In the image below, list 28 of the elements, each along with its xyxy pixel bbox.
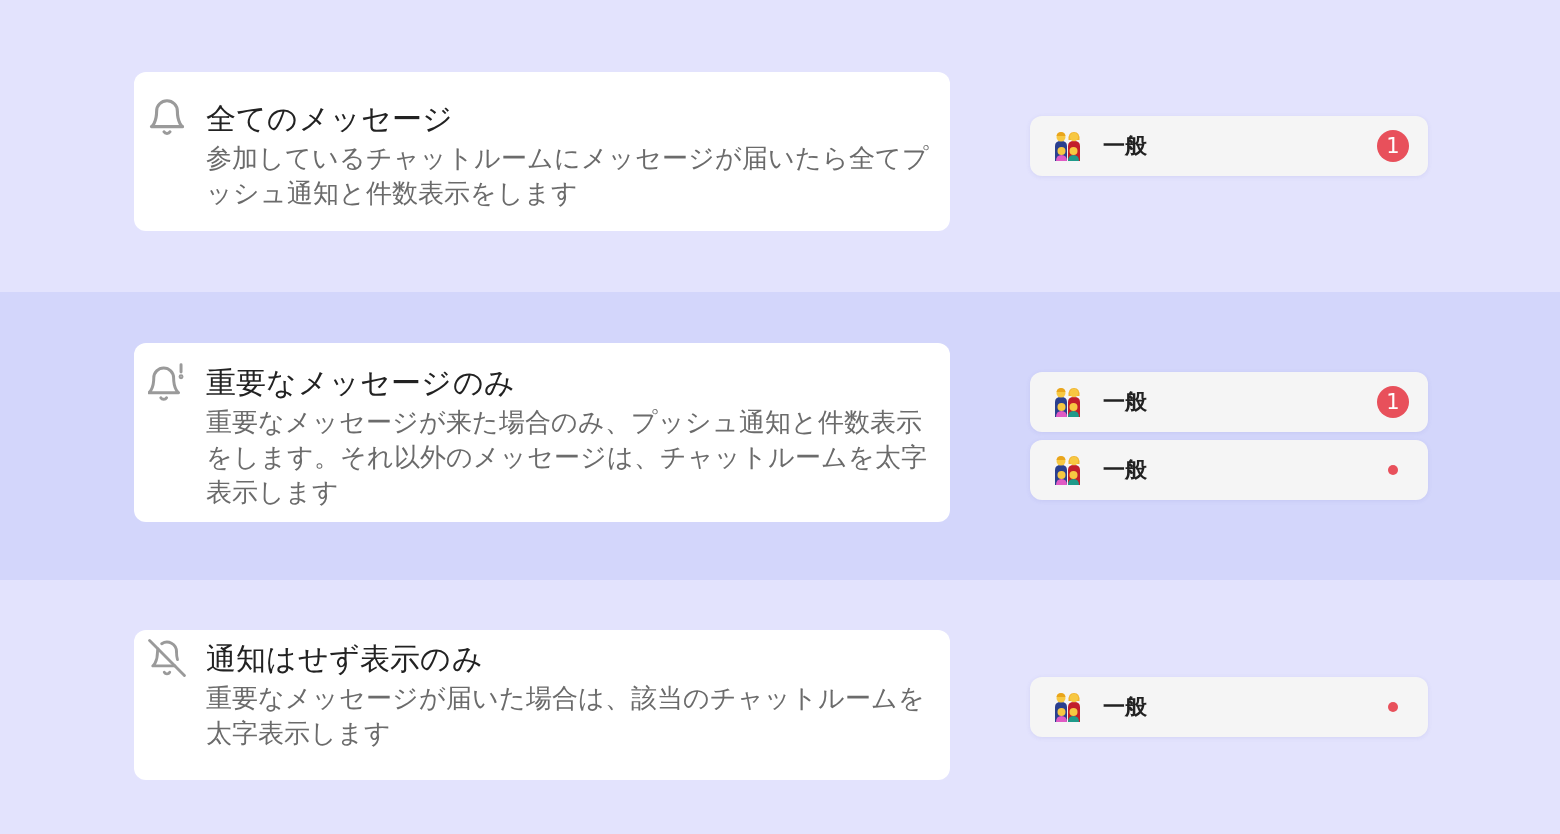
bell-off-icon: [148, 639, 186, 677]
unread-count-badge: 1: [1377, 130, 1409, 162]
option-title: 全てのメッセージ: [206, 100, 455, 138]
option-card[interactable]: 通知はせず表示のみ 重要なメッセージが届いた場合は、該当のチャットルームを太字表示します: [134, 630, 950, 780]
family-icon: [1053, 692, 1083, 722]
unread-dot-icon: [1388, 465, 1398, 475]
chat-room-item[interactable]: 一般 1: [1030, 116, 1428, 176]
option-description: 参加しているチャットルームにメッセージが届いたら全てプッシュ通知と件数表示をします: [206, 142, 930, 210]
room-name: 一般: [1103, 693, 1148, 721]
option-description: 重要なメッセージが届いた場合は、該当のチャットルームを太字表示します: [206, 682, 926, 750]
option-title: 重要なメッセージのみ: [206, 363, 516, 402]
bell-alert-icon: [148, 362, 186, 401]
room-name: 一般: [1103, 456, 1148, 484]
room-name: 一般: [1103, 132, 1148, 160]
bell-icon: [148, 99, 186, 137]
unread-dot-icon: [1388, 702, 1398, 712]
chat-room-item[interactable]: 一般: [1030, 440, 1428, 500]
option-card[interactable]: 重要なメッセージのみ 重要なメッセージが来た場合のみ、プッシュ通知と件数表示をします。それ以外のメッセージは、チャットルームを太字表示します: [134, 342, 950, 522]
room-name: 一般: [1103, 388, 1148, 416]
chat-room-item[interactable]: 一般: [1030, 677, 1428, 737]
option-card[interactable]: 全てのメッセージ 参加しているチャットルームにメッセージが届いたら全てプッシュ通知と件数表示をします: [134, 72, 950, 231]
chat-room-item[interactable]: 一般 1: [1030, 372, 1428, 432]
unread-count-badge: 1: [1377, 386, 1409, 418]
family-icon: [1053, 387, 1083, 417]
family-icon: [1053, 131, 1083, 161]
family-icon: [1053, 455, 1083, 485]
option-title: 通知はせず表示のみ: [206, 640, 484, 678]
option-description: 重要なメッセージが来た場合のみ、プッシュ通知と件数表示をします。それ以外のメッセージは、チャットルームを太字表示します: [206, 405, 928, 509]
